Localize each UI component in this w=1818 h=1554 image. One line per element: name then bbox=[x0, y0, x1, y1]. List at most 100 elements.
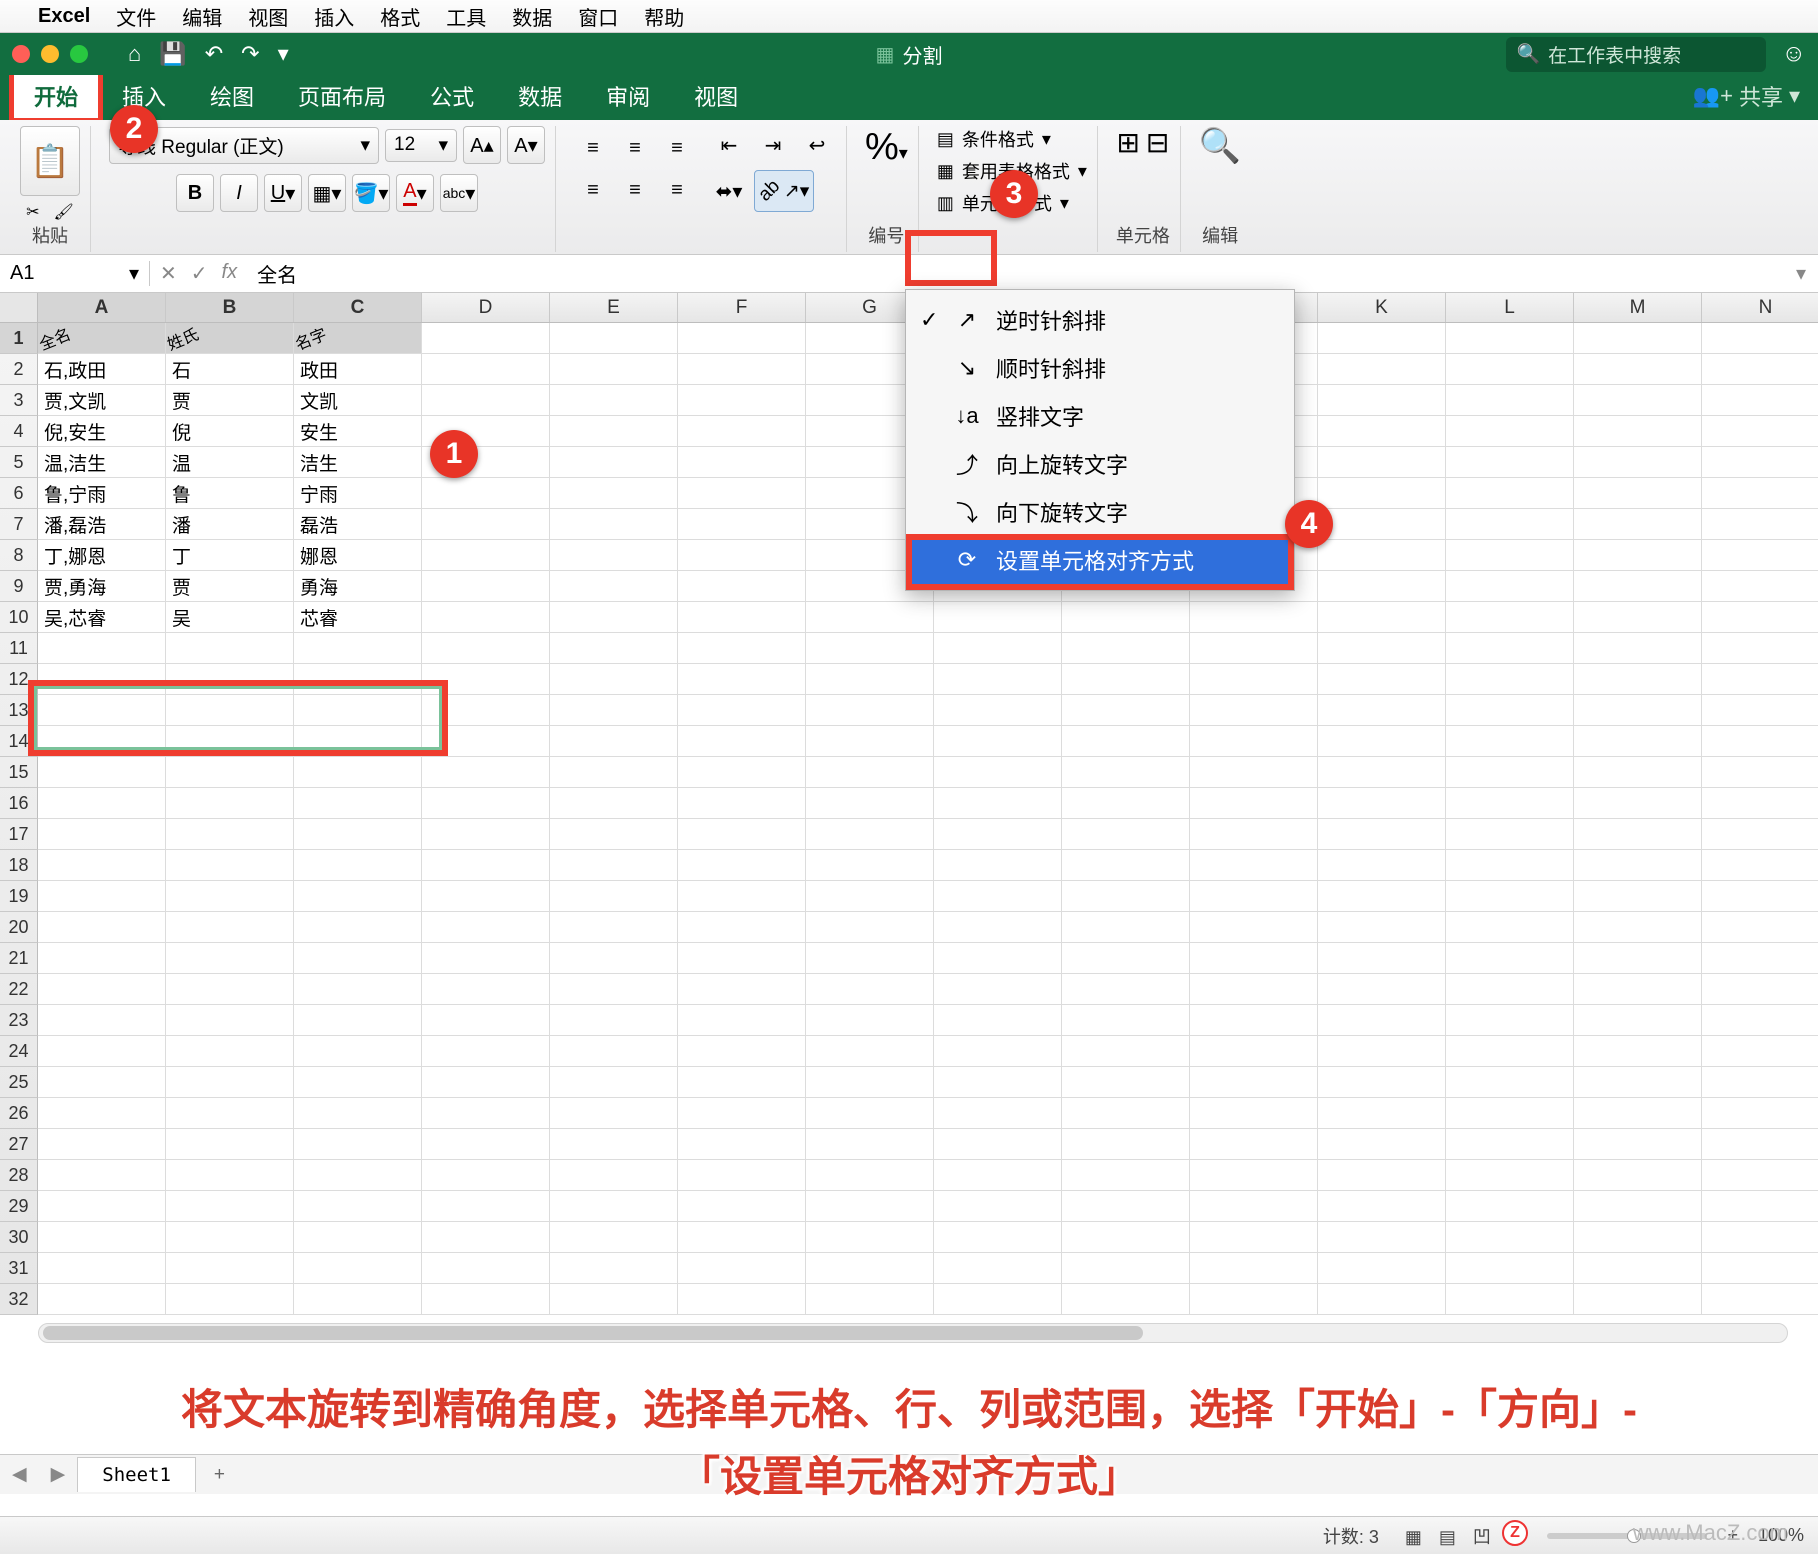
cell[interactable]: 姓氏 bbox=[166, 323, 294, 354]
cell[interactable] bbox=[166, 1067, 294, 1098]
align-top-icon[interactable]: ≡ bbox=[574, 129, 612, 167]
cell[interactable] bbox=[1318, 447, 1446, 478]
tab-formulas[interactable]: 公式 bbox=[408, 72, 496, 120]
italic-button[interactable]: I bbox=[220, 174, 258, 212]
cell[interactable] bbox=[1318, 819, 1446, 850]
delete-cells-icon[interactable]: ⊟ bbox=[1146, 126, 1169, 159]
save-icon[interactable]: 💾 bbox=[159, 41, 186, 67]
cell[interactable] bbox=[1574, 1191, 1702, 1222]
menu-view[interactable]: 视图 bbox=[248, 2, 288, 31]
cell[interactable] bbox=[678, 850, 806, 881]
cell[interactable] bbox=[1702, 1222, 1818, 1253]
cell[interactable] bbox=[1318, 1005, 1446, 1036]
cell[interactable] bbox=[38, 757, 166, 788]
cell[interactable] bbox=[294, 974, 422, 1005]
cell[interactable] bbox=[422, 509, 550, 540]
cell[interactable] bbox=[550, 540, 678, 571]
menu-help[interactable]: 帮助 bbox=[644, 2, 684, 31]
cell[interactable] bbox=[934, 664, 1062, 695]
cell[interactable] bbox=[1062, 664, 1190, 695]
cell[interactable] bbox=[1190, 1160, 1318, 1191]
cell[interactable] bbox=[1190, 1005, 1318, 1036]
cell[interactable] bbox=[1446, 633, 1574, 664]
cell[interactable] bbox=[1446, 447, 1574, 478]
cell[interactable] bbox=[1062, 912, 1190, 943]
cell[interactable] bbox=[934, 1222, 1062, 1253]
row-header-21[interactable]: 21 bbox=[0, 943, 38, 974]
cell[interactable] bbox=[678, 571, 806, 602]
cell[interactable] bbox=[1574, 633, 1702, 664]
cell[interactable] bbox=[1574, 509, 1702, 540]
row-header-7[interactable]: 7 bbox=[0, 509, 38, 540]
cell[interactable] bbox=[294, 1160, 422, 1191]
cell[interactable] bbox=[1574, 850, 1702, 881]
menu-data[interactable]: 数据 bbox=[512, 2, 552, 31]
cell[interactable] bbox=[38, 850, 166, 881]
row-header-16[interactable]: 16 bbox=[0, 788, 38, 819]
cell[interactable] bbox=[1318, 788, 1446, 819]
cell[interactable] bbox=[1702, 912, 1818, 943]
cell[interactable] bbox=[1702, 571, 1818, 602]
cell[interactable] bbox=[678, 447, 806, 478]
row-header-20[interactable]: 20 bbox=[0, 912, 38, 943]
cell[interactable] bbox=[1190, 819, 1318, 850]
cell[interactable] bbox=[678, 1129, 806, 1160]
cell[interactable] bbox=[1318, 509, 1446, 540]
cell[interactable] bbox=[1318, 1160, 1446, 1191]
cell[interactable] bbox=[38, 881, 166, 912]
cell[interactable] bbox=[1702, 943, 1818, 974]
orient-rotate-down[interactable]: ⤵向下旋转文字 bbox=[906, 488, 1294, 536]
cell[interactable] bbox=[678, 416, 806, 447]
align-bottom-icon[interactable]: ≡ bbox=[658, 129, 696, 167]
cell[interactable] bbox=[422, 1036, 550, 1067]
cell[interactable] bbox=[1446, 1067, 1574, 1098]
col-header-N[interactable]: N bbox=[1702, 293, 1818, 322]
cell[interactable] bbox=[806, 1098, 934, 1129]
cell[interactable] bbox=[1446, 1036, 1574, 1067]
cell[interactable] bbox=[166, 819, 294, 850]
cell[interactable] bbox=[422, 1005, 550, 1036]
cell[interactable] bbox=[1574, 540, 1702, 571]
cell[interactable] bbox=[1574, 323, 1702, 354]
cell[interactable] bbox=[678, 602, 806, 633]
orient-format-cells[interactable]: ⟳设置单元格对齐方式 bbox=[906, 536, 1294, 584]
tab-draw[interactable]: 绘图 bbox=[188, 72, 276, 120]
cell[interactable] bbox=[1702, 602, 1818, 633]
cell[interactable] bbox=[1574, 385, 1702, 416]
cell[interactable] bbox=[166, 943, 294, 974]
row-header-18[interactable]: 18 bbox=[0, 850, 38, 881]
cell[interactable] bbox=[550, 1036, 678, 1067]
cell[interactable] bbox=[934, 726, 1062, 757]
cell[interactable] bbox=[1062, 757, 1190, 788]
cell[interactable] bbox=[806, 1222, 934, 1253]
cell[interactable] bbox=[166, 974, 294, 1005]
cell[interactable] bbox=[934, 850, 1062, 881]
row-header-10[interactable]: 10 bbox=[0, 602, 38, 633]
cell[interactable]: 安生 bbox=[294, 416, 422, 447]
search-input[interactable]: 🔍 在工作表中搜索 bbox=[1506, 37, 1766, 72]
cell[interactable] bbox=[1062, 1253, 1190, 1284]
cell[interactable] bbox=[678, 1005, 806, 1036]
cell[interactable] bbox=[294, 850, 422, 881]
cell[interactable] bbox=[678, 1067, 806, 1098]
cell[interactable] bbox=[166, 1005, 294, 1036]
row-header-31[interactable]: 31 bbox=[0, 1253, 38, 1284]
cell[interactable] bbox=[1574, 1098, 1702, 1129]
cell[interactable] bbox=[806, 974, 934, 1005]
cell[interactable] bbox=[806, 788, 934, 819]
format-painter-icon[interactable]: 🖌 bbox=[54, 202, 74, 222]
cell[interactable] bbox=[1446, 509, 1574, 540]
cell[interactable] bbox=[294, 1005, 422, 1036]
cell[interactable] bbox=[550, 1253, 678, 1284]
cell[interactable] bbox=[1318, 726, 1446, 757]
cell[interactable] bbox=[806, 602, 934, 633]
cell[interactable] bbox=[1446, 881, 1574, 912]
row-header-28[interactable]: 28 bbox=[0, 1160, 38, 1191]
cell[interactable] bbox=[934, 819, 1062, 850]
app-name[interactable]: Excel bbox=[38, 5, 90, 28]
cell[interactable] bbox=[550, 323, 678, 354]
cell[interactable] bbox=[38, 1098, 166, 1129]
cell[interactable] bbox=[1190, 881, 1318, 912]
cell[interactable] bbox=[678, 540, 806, 571]
cell[interactable] bbox=[1446, 664, 1574, 695]
